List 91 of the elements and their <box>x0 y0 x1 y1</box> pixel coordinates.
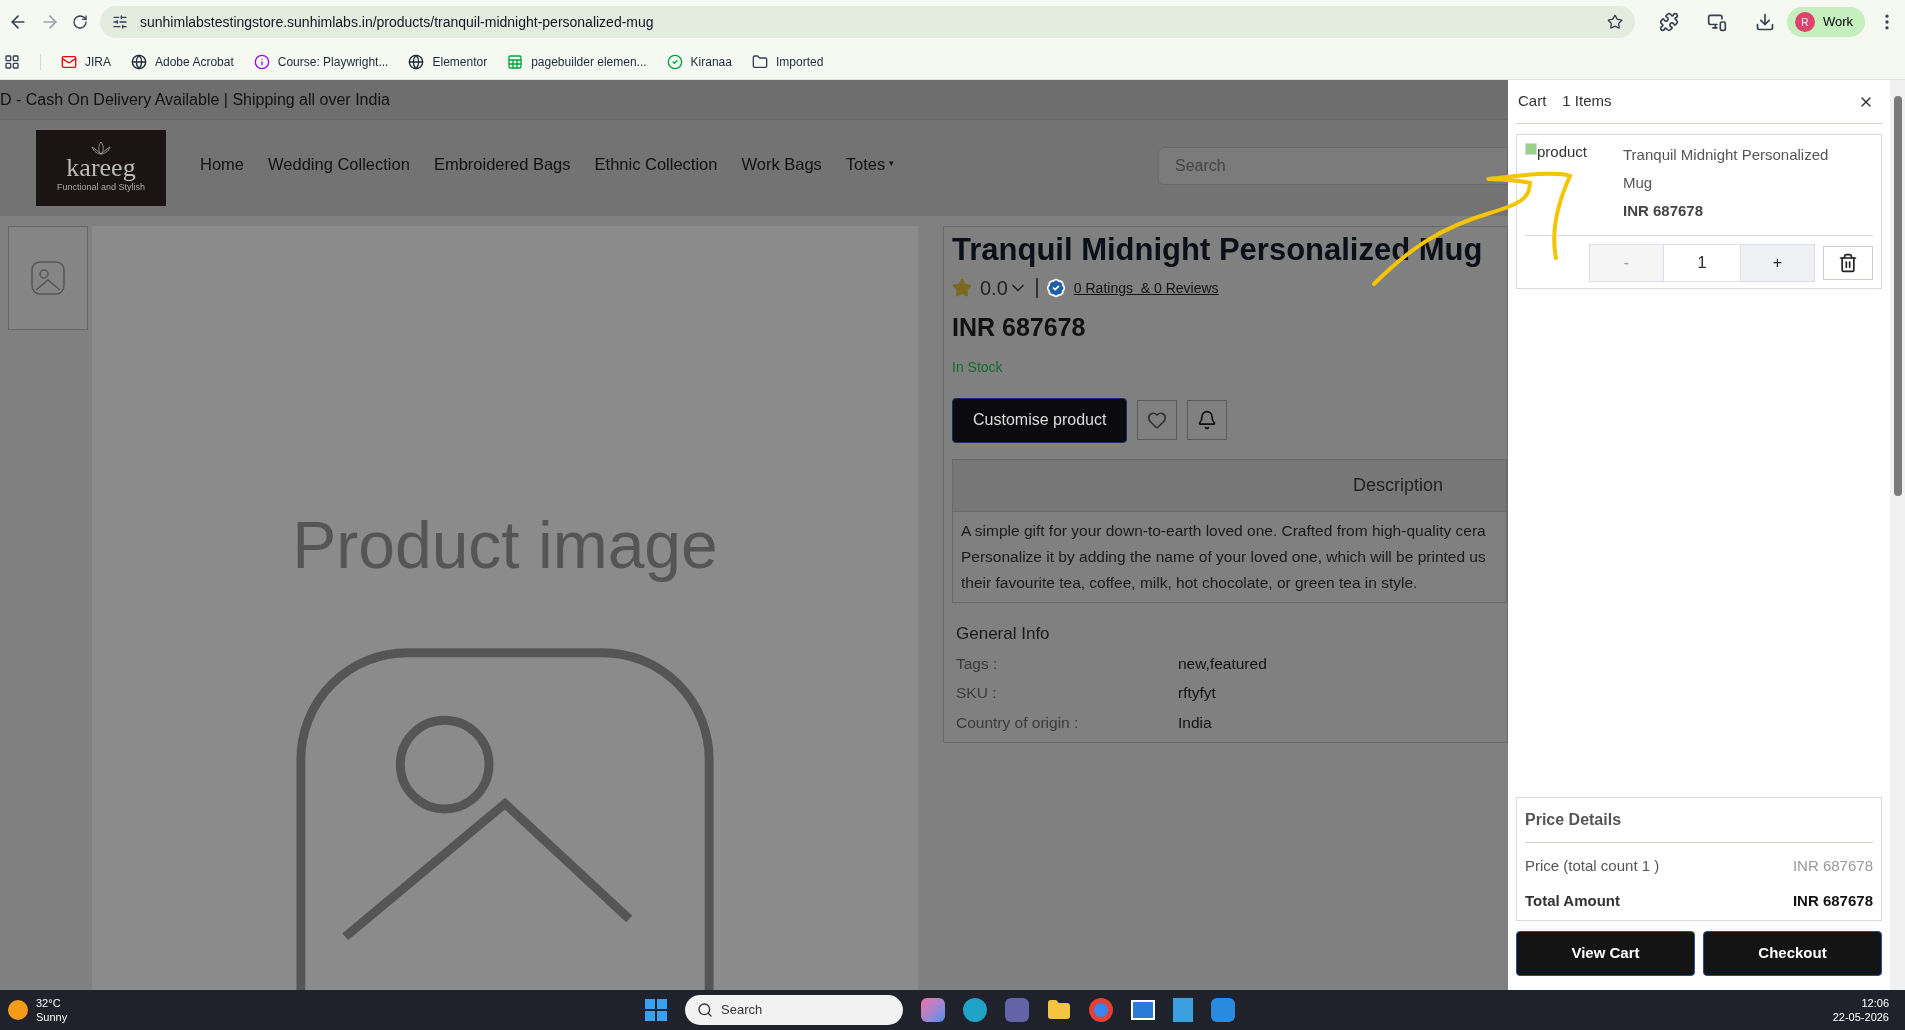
clock-time: 12:06 <box>1861 996 1889 1010</box>
globe-icon <box>131 53 147 70</box>
search-icon <box>697 1002 713 1018</box>
folder-icon <box>751 53 768 70</box>
description-line: Personalize it by adding the name of your loved one, which will be printed us <box>961 546 1487 567</box>
cart-item-name: Tranquil Midnight Personalized <box>1623 145 1829 165</box>
description-tab[interactable]: Description <box>953 459 1506 511</box>
thumbnail[interactable] <box>8 226 88 330</box>
logo-tagline: Functional and Stylish <box>56 182 146 195</box>
delete-button[interactable] <box>1823 246 1873 280</box>
notify-button[interactable] <box>1187 400 1228 440</box>
sun-icon <box>8 1000 28 1020</box>
broken-image: product <box>1525 141 1623 225</box>
bookmark[interactable]: JIRA <box>61 52 111 71</box>
description-line: A simple gift for your down-to-earth loved one. Crafted from high-quality cera <box>961 520 1487 541</box>
temperature: 32°C <box>36 996 62 1010</box>
download-icon[interactable] <box>1754 12 1775 32</box>
nav-link[interactable]: Wedding Collection <box>268 151 410 177</box>
bookmark[interactable]: Kiranaa <box>666 52 732 71</box>
quantity-field[interactable]: 1 <box>1664 244 1740 282</box>
scrollbar[interactable] <box>1890 80 1905 990</box>
customise-button[interactable]: Customise product <box>952 397 1128 443</box>
check-circle-icon <box>666 53 683 70</box>
reload-icon[interactable] <box>72 14 88 30</box>
increment-button[interactable]: + <box>1740 244 1815 282</box>
caret-icon: ▾ <box>889 157 895 171</box>
avatar: R <box>1794 12 1815 32</box>
wishlist-button[interactable] <box>1137 400 1178 440</box>
nav-link[interactable]: Embroidered Bags <box>433 151 571 177</box>
price-details-title: Price Details <box>1525 798 1873 843</box>
ratings-link[interactable]: 0 Ratings & 0 Reviews <box>1073 277 1219 299</box>
info-icon <box>253 53 270 70</box>
announcement-bar: D - Cash On Delivery Available | Shipping all over India <box>0 80 1508 120</box>
heart-icon <box>1147 410 1168 430</box>
info-value: new,featured <box>1178 654 1267 674</box>
start-icon[interactable] <box>645 999 667 1021</box>
clock-date: 22-05-2026 <box>1832 1010 1889 1024</box>
price-value: INR 687678 <box>1792 890 1873 911</box>
nav-link[interactable]: Home <box>200 151 244 177</box>
folder-icon[interactable] <box>1047 998 1071 1022</box>
cart-action-button[interactable]: Checkout <box>1703 931 1882 976</box>
window-icon[interactable] <box>1131 1000 1155 1020</box>
bell-icon <box>1197 410 1218 430</box>
rating-value: 0.0 <box>980 276 1008 301</box>
info-value: rftyfyt <box>1178 683 1216 704</box>
bookmark[interactable]: Adobe Acrobat <box>131 52 234 71</box>
star-icon <box>952 278 972 298</box>
apps-icon[interactable] <box>4 53 20 70</box>
cart-item-name: Mug <box>1623 173 1654 193</box>
cart-item-price: INR 687678 <box>1623 201 1705 221</box>
globe-icon <box>408 53 425 70</box>
nav-link[interactable]: Totes ▾ <box>845 151 895 177</box>
price-label: Total Amount <box>1525 890 1620 911</box>
verified-icon <box>1045 278 1066 298</box>
cart-action-button[interactable]: View Cart <box>1516 931 1695 976</box>
bookmark[interactable]: Course: Playwright... <box>253 52 389 71</box>
taskbar-search[interactable]: Search <box>685 995 903 1025</box>
search-field[interactable]: Search <box>1158 147 1508 185</box>
image-placeholder-icon <box>28 258 68 298</box>
extensions-icon[interactable] <box>1658 12 1679 32</box>
info-label: Tags : <box>956 654 999 674</box>
bookmark[interactable]: Elementor <box>408 52 488 71</box>
stock-status: In Stock <box>952 357 1004 377</box>
info-value: India <box>1178 712 1212 733</box>
weather-text: Sunny <box>36 1010 68 1024</box>
info-label: SKU : <box>956 683 998 704</box>
general-info-title: General Info <box>956 622 1051 645</box>
price-value: INR 687678 <box>1792 856 1873 876</box>
price-label: Price (total count 1 ) <box>1525 856 1660 876</box>
cast-icon[interactable] <box>1706 12 1727 32</box>
logo[interactable]: kareeg Functional and Stylish <box>36 130 166 206</box>
cart-title: Cart <box>1518 91 1547 112</box>
nav-link[interactable]: Work Bags <box>741 151 822 177</box>
address-bar[interactable]: sunhimlabstestingstore.sunhimlabs.in/products/tranquil-midnight-personalized-mug <box>100 6 1635 38</box>
nav-link[interactable]: Ethnic Collection <box>594 151 718 177</box>
info-label: Country of origin : <box>956 712 1080 733</box>
profile-button[interactable]: R Work <box>1786 7 1865 37</box>
product-title: Tranquil Midnight Personalized Mug <box>952 231 1484 269</box>
mail-icon <box>61 53 77 70</box>
trash-icon <box>1838 253 1858 273</box>
site-settings-icon[interactable] <box>112 14 128 30</box>
description-line: their favourite tea, coffee, milk, hot chocolate, or green tea in style. <box>961 572 1419 593</box>
product-price: INR 687678 <box>952 312 1087 343</box>
chrome-icon[interactable] <box>1089 998 1113 1022</box>
sheet-icon <box>507 53 524 70</box>
bookmark[interactable]: pagebuilder elemen... <box>507 52 647 71</box>
bookmark[interactable]: Imported <box>751 52 824 71</box>
bookmark-star-icon[interactable] <box>1606 14 1623 30</box>
lotus-icon <box>90 141 112 156</box>
item-count: 1 Items <box>1562 91 1612 112</box>
url-text: sunhimlabstestingstore.sunhimlabs.in/products/tranquil-midnight-personalized-mug <box>140 12 655 32</box>
